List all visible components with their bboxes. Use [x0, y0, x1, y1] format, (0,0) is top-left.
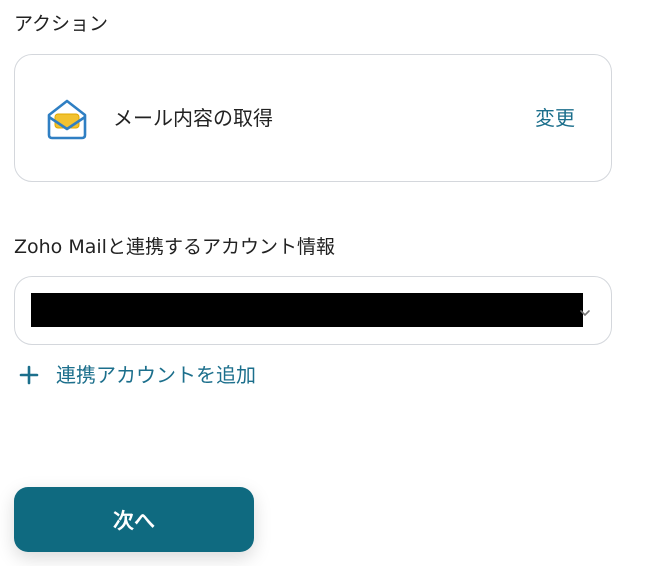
account-section-title: Zoho Mailと連携するアカウント情報: [14, 236, 335, 258]
plus-icon: [19, 365, 39, 385]
add-account-button[interactable]: 連携アカウントを追加: [18, 360, 256, 390]
change-action-link[interactable]: 変更: [535, 105, 575, 131]
zoho-mail-envelope-icon: [47, 99, 87, 140]
next-button[interactable]: 次へ: [14, 487, 254, 552]
redacted-account-value: [31, 293, 583, 327]
action-section-title: アクション: [14, 13, 109, 35]
action-card: メール内容の取得 変更: [14, 54, 612, 182]
add-account-label: 連携アカウントを追加: [56, 363, 256, 387]
account-select[interactable]: [14, 276, 612, 345]
chevron-down-icon: [580, 310, 590, 317]
action-settings-page: アクション メール内容の取得 変更 Zoho Mailと連携するアカウント情報 …: [0, 0, 670, 566]
action-name: メール内容の取得: [113, 106, 273, 130]
